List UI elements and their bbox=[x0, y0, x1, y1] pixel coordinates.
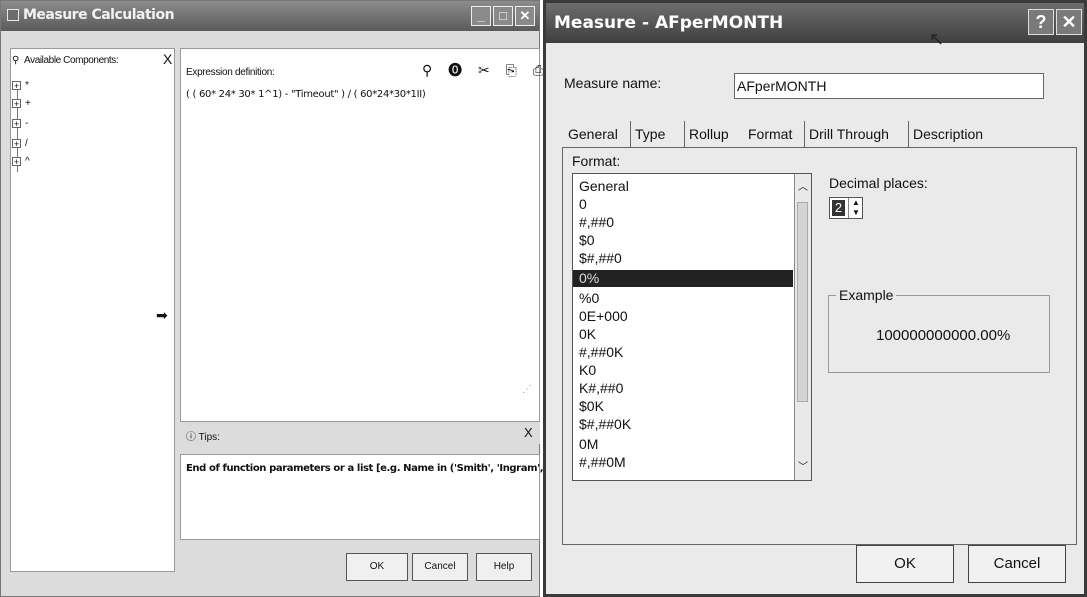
format-option[interactable]: K#,##0 bbox=[577, 380, 795, 397]
expression-label: Expression definition: bbox=[186, 67, 275, 78]
spin-arrows-icon[interactable]: ▲ ▼ bbox=[848, 198, 863, 218]
measure-name-input[interactable]: AFperMONTH bbox=[734, 73, 1044, 99]
format-option[interactable]: 0E+000 bbox=[577, 308, 795, 325]
components-close-icon[interactable]: X bbox=[163, 51, 172, 67]
available-components-pane bbox=[10, 48, 175, 572]
expand-icon[interactable]: + bbox=[12, 156, 21, 166]
components-header: ⚲ Available Components: X bbox=[10, 50, 175, 70]
format-option[interactable]: $0K bbox=[577, 398, 795, 415]
format-list[interactable]: General 0 #,##0 $0 $#,##0 0% %0 0E+000 0… bbox=[572, 173, 812, 481]
maximize-button[interactable]: □ bbox=[493, 6, 513, 26]
format-option[interactable]: %0 bbox=[577, 290, 795, 307]
window-icon bbox=[7, 9, 19, 21]
ok-button[interactable]: OK bbox=[346, 553, 408, 581]
format-option[interactable]: 0M bbox=[577, 436, 795, 453]
tab-drill-through[interactable]: Drill Through bbox=[804, 121, 893, 147]
scroll-up-icon[interactable]: ︿ bbox=[796, 180, 810, 196]
tab-description[interactable]: Description bbox=[908, 121, 987, 147]
left-titlebar: Measure Calculation _ □ ✕ bbox=[1, 1, 539, 31]
expression-pane[interactable] bbox=[180, 48, 540, 422]
expand-icon[interactable]: + bbox=[12, 98, 21, 108]
measure-dialog: Measure - AFperMONTH ? ✕ ↖ Measure name:… bbox=[543, 0, 1087, 597]
tips-close-icon[interactable]: X bbox=[524, 425, 533, 440]
help-button[interactable]: Help bbox=[476, 553, 532, 581]
expression-text[interactable]: ( ( 60* 24* 30* 1^1) - "Timeout" ) / ( 6… bbox=[186, 89, 426, 100]
insert-arrow-icon[interactable]: ➡ bbox=[156, 307, 168, 324]
example-value: 100000000000.00% bbox=[876, 327, 1011, 344]
format-option[interactable]: General bbox=[577, 178, 795, 195]
tree-item[interactable]: + ^ bbox=[12, 156, 30, 170]
tips-text: End of function parameters or a list [e.… bbox=[186, 463, 585, 474]
tree-item[interactable]: + / bbox=[12, 138, 28, 152]
decimal-places-value[interactable]: 2 bbox=[832, 200, 845, 216]
tree-item[interactable]: + * bbox=[12, 80, 29, 94]
right-titlebar: Measure - AFperMONTH ? ✕ bbox=[546, 3, 1084, 43]
example-label: Example bbox=[836, 287, 897, 303]
tips-label: ⓘ Tips: bbox=[186, 432, 220, 443]
tab-type[interactable]: Type bbox=[630, 121, 669, 147]
format-option[interactable]: #,##0K bbox=[577, 344, 795, 361]
cancel-button[interactable]: Cancel bbox=[968, 545, 1066, 583]
expand-icon[interactable]: + bbox=[12, 138, 21, 148]
format-label: Format: bbox=[572, 153, 621, 169]
help-icon[interactable]: ? bbox=[1028, 9, 1054, 35]
scroll-thumb[interactable] bbox=[797, 202, 808, 402]
format-option[interactable]: $#,##0K bbox=[577, 416, 795, 433]
format-option[interactable]: #,##0M bbox=[577, 454, 795, 471]
mouse-cursor-icon: ↖ bbox=[929, 29, 945, 49]
decimal-places-stepper[interactable]: 2 ▲ ▼ bbox=[829, 197, 863, 219]
close-icon[interactable]: ✕ bbox=[1056, 9, 1082, 35]
format-scrollbar[interactable]: ︿ ﹀ bbox=[794, 174, 811, 480]
tab-general[interactable]: General bbox=[564, 121, 622, 147]
scroll-grip-icon: ⋰ bbox=[522, 384, 532, 395]
tab-rollup[interactable]: Rollup bbox=[684, 121, 733, 147]
format-option[interactable]: K0 bbox=[577, 362, 795, 379]
tree-item[interactable]: + + bbox=[12, 98, 31, 112]
format-option[interactable]: $0 bbox=[577, 232, 795, 249]
minimize-button[interactable]: _ bbox=[471, 6, 491, 26]
expand-icon[interactable]: + bbox=[12, 80, 21, 90]
ok-button[interactable]: OK bbox=[856, 545, 954, 583]
tips-header: ⓘ Tips: X bbox=[180, 422, 540, 444]
right-window-title: Measure - AFperMONTH bbox=[554, 13, 784, 33]
format-option[interactable]: $#,##0 bbox=[577, 250, 795, 267]
decimal-places-label: Decimal places: bbox=[829, 175, 928, 191]
close-button[interactable]: ✕ bbox=[515, 6, 535, 26]
expand-icon[interactable]: + bbox=[12, 118, 21, 128]
format-option-selected[interactable]: 0% bbox=[573, 270, 793, 287]
format-option[interactable]: #,##0 bbox=[577, 214, 795, 231]
format-option[interactable]: 0 bbox=[577, 196, 795, 213]
cancel-button[interactable]: Cancel bbox=[412, 553, 468, 581]
tree-item[interactable]: + - bbox=[12, 118, 28, 132]
components-icon: ⚲ bbox=[12, 55, 20, 66]
measure-name-label: Measure name: bbox=[564, 75, 662, 91]
format-option[interactable]: 0K bbox=[577, 326, 795, 343]
info-icon: ⓘ bbox=[186, 432, 196, 443]
components-label: Available Components: bbox=[24, 55, 119, 66]
left-window-title: Measure Calculation bbox=[23, 7, 175, 23]
tab-format[interactable]: Format bbox=[744, 121, 796, 147]
scroll-down-icon[interactable]: ﹀ bbox=[796, 460, 810, 476]
